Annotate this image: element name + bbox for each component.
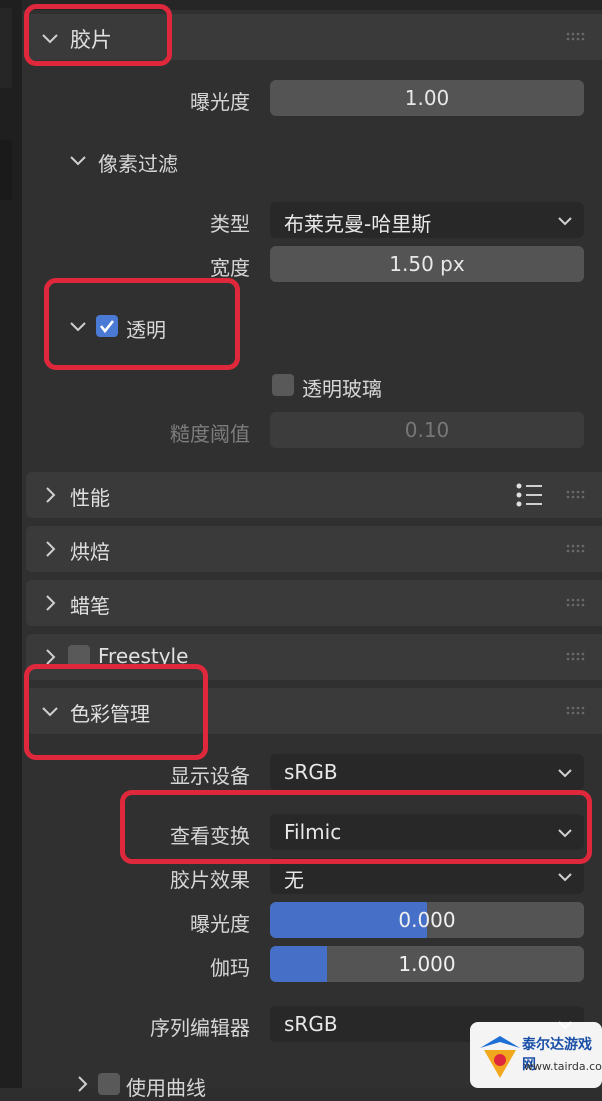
performance-section-title: 性能 (70, 486, 110, 510)
drag-handle-icon[interactable] (566, 706, 588, 716)
grease-pencil-section-header[interactable]: 蜡笔 (26, 580, 602, 626)
gamma-label: 伽玛 (210, 956, 250, 980)
chevron-down-icon (556, 867, 574, 885)
use-curves-checkbox[interactable] (98, 1073, 120, 1095)
filter-type-value: 布莱克曼-哈里斯 (284, 212, 432, 236)
highlight-box-transparent (44, 278, 240, 370)
display-device-value: sRGB (284, 760, 338, 784)
pixel-filter-subpanel-title[interactable]: 像素过滤 (98, 148, 178, 177)
watermark-url: www.tairda.com (524, 1060, 602, 1073)
chevron-right-icon (40, 485, 60, 505)
film-exposure-label: 曝光度 (190, 90, 250, 114)
highlight-box-film (24, 4, 172, 66)
gamma-slider[interactable]: 1.000 (270, 946, 584, 982)
chevron-right-icon (40, 593, 60, 613)
chevron-down-icon (556, 211, 574, 229)
filter-width-field[interactable]: 1.50 px (270, 246, 584, 282)
look-value: 无 (284, 868, 304, 892)
strip-notch (0, 8, 12, 88)
filter-type-dropdown[interactable]: 布莱克曼-哈里斯 (270, 202, 584, 238)
use-curves-label: 使用曲线 (126, 1076, 206, 1100)
sequencer-label: 序列编辑器 (150, 1016, 250, 1040)
drag-handle-icon[interactable] (566, 598, 588, 608)
chevron-down-icon (556, 763, 574, 781)
cm-exposure-value: 0.000 (398, 908, 456, 932)
chevron-down-icon[interactable] (68, 150, 88, 170)
cm-exposure-slider[interactable]: 0.000 (270, 902, 584, 938)
list-view-icon[interactable] (514, 481, 544, 511)
roughness-threshold-label: 糙度阈值 (170, 422, 250, 446)
filter-width-label: 宽度 (210, 256, 250, 280)
watermark-logo: 泰尔达游戏网 www.tairda.com (470, 1022, 602, 1088)
drag-handle-icon[interactable] (566, 544, 588, 554)
drag-handle-icon[interactable] (566, 32, 588, 42)
performance-section-header[interactable]: 性能 (26, 472, 602, 518)
look-label: 胶片效果 (170, 868, 250, 892)
bake-section-header[interactable]: 烘焙 (26, 526, 602, 572)
drag-handle-icon[interactable] (566, 652, 588, 662)
sequencer-value: sRGB (284, 1012, 338, 1036)
gamma-value: 1.000 (398, 952, 456, 976)
transparent-glass-checkbox[interactable] (272, 374, 294, 396)
chevron-right-icon[interactable] (72, 1074, 92, 1094)
cm-exposure-label: 曝光度 (190, 912, 250, 936)
transparent-glass-label: 透明玻璃 (302, 377, 382, 401)
filter-type-label: 类型 (210, 212, 250, 236)
display-device-label: 显示设备 (170, 764, 250, 788)
left-toolbar-strip (0, 0, 22, 1088)
grease-pencil-section-title: 蜡笔 (70, 594, 110, 618)
display-device-dropdown[interactable]: sRGB (270, 754, 584, 790)
film-exposure-field[interactable]: 1.00 (270, 80, 584, 116)
strip-notch (0, 140, 12, 200)
highlight-box-view-transform (120, 790, 592, 864)
roughness-threshold-field: 0.10 (270, 412, 584, 448)
drag-handle-icon[interactable] (566, 490, 588, 500)
highlight-box-color-management (24, 664, 208, 760)
bake-section-title: 烘焙 (70, 540, 110, 564)
chevron-right-icon (40, 539, 60, 559)
